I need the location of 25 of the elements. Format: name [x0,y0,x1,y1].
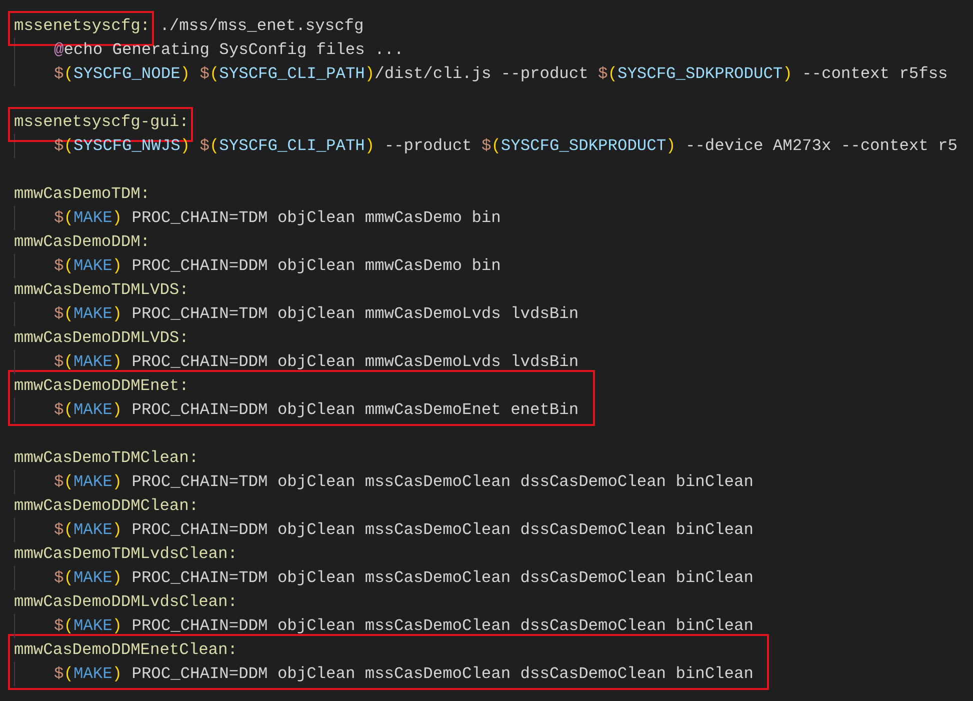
code-line: $(MAKE) PROC_CHAIN=TDM objClean mssCasDemoClean dssCasDemoClean binClean [54,472,754,493]
code-line: mmwCasDemoDDMEnetClean: [14,640,238,661]
code-line: $(SYSCFG_NODE) $(SYSCFG_CLI_PATH)/dist/cli.js --product $(SYSCFG_SDKPRODUCT) --context r5fss [54,64,948,85]
code-line: mssenetsyscfg-gui: [14,110,189,134]
code-line: $(MAKE) PROC_CHAIN=DDM objClean mssCasDemoClean dssCasDemoClean binClean [54,520,754,541]
code-line: mmwCasDemoTDMLvdsClean: [14,544,238,565]
code-line: mmwCasDemoDDMEnet: [14,376,189,397]
code-line: mssenetsyscfg: ./mss/mss_enet.syscfg [14,14,364,38]
code-line: @echo Generating SysConfig files ... [54,40,404,61]
code-line: $(MAKE) PROC_CHAIN=TDM objClean mmwCasDemo bin [54,208,501,229]
code-line: mmwCasDemoTDM: [14,184,150,205]
code-line: $(MAKE) PROC_CHAIN=DDM objClean mssCasDemoClean dssCasDemoClean binClean [54,664,754,685]
code-line: $(MAKE) PROC_CHAIN=DDM objClean mssCasDemoClean dssCasDemoClean binClean [54,616,754,637]
code-line: $(MAKE) PROC_CHAIN=DDM objClean mmwCasDemo bin [54,256,501,277]
code-line: $(SYSCFG_NWJS) $(SYSCFG_CLI_PATH) --product $(SYSCFG_SDKPRODUCT) --device AM273x --context r5 [54,136,958,157]
code-line: $(MAKE) PROC_CHAIN=TDM objClean mmwCasDemoLvds lvdsBin [54,304,579,325]
code-line: $(MAKE) PROC_CHAIN=TDM objClean mssCasDemoClean dssCasDemoClean binClean [54,568,754,589]
code-line: mmwCasDemoTDMLVDS: [14,280,189,301]
code-line: mmwCasDemoDDMLVDS: [14,328,189,349]
code-line: mmwCasDemoTDMClean: [14,448,199,469]
code-line: $(MAKE) PROC_CHAIN=DDM objClean mmwCasDemoLvds lvdsBin [54,352,579,373]
code-line: mmwCasDemoDDMClean: [14,496,199,517]
code-line: $(MAKE) PROC_CHAIN=DDM objClean mmwCasDemoEnet enetBin [54,400,579,421]
code-line: mmwCasDemoDDMLvdsClean: [14,592,238,613]
code-line: mmwCasDemoDDM: [14,232,150,253]
